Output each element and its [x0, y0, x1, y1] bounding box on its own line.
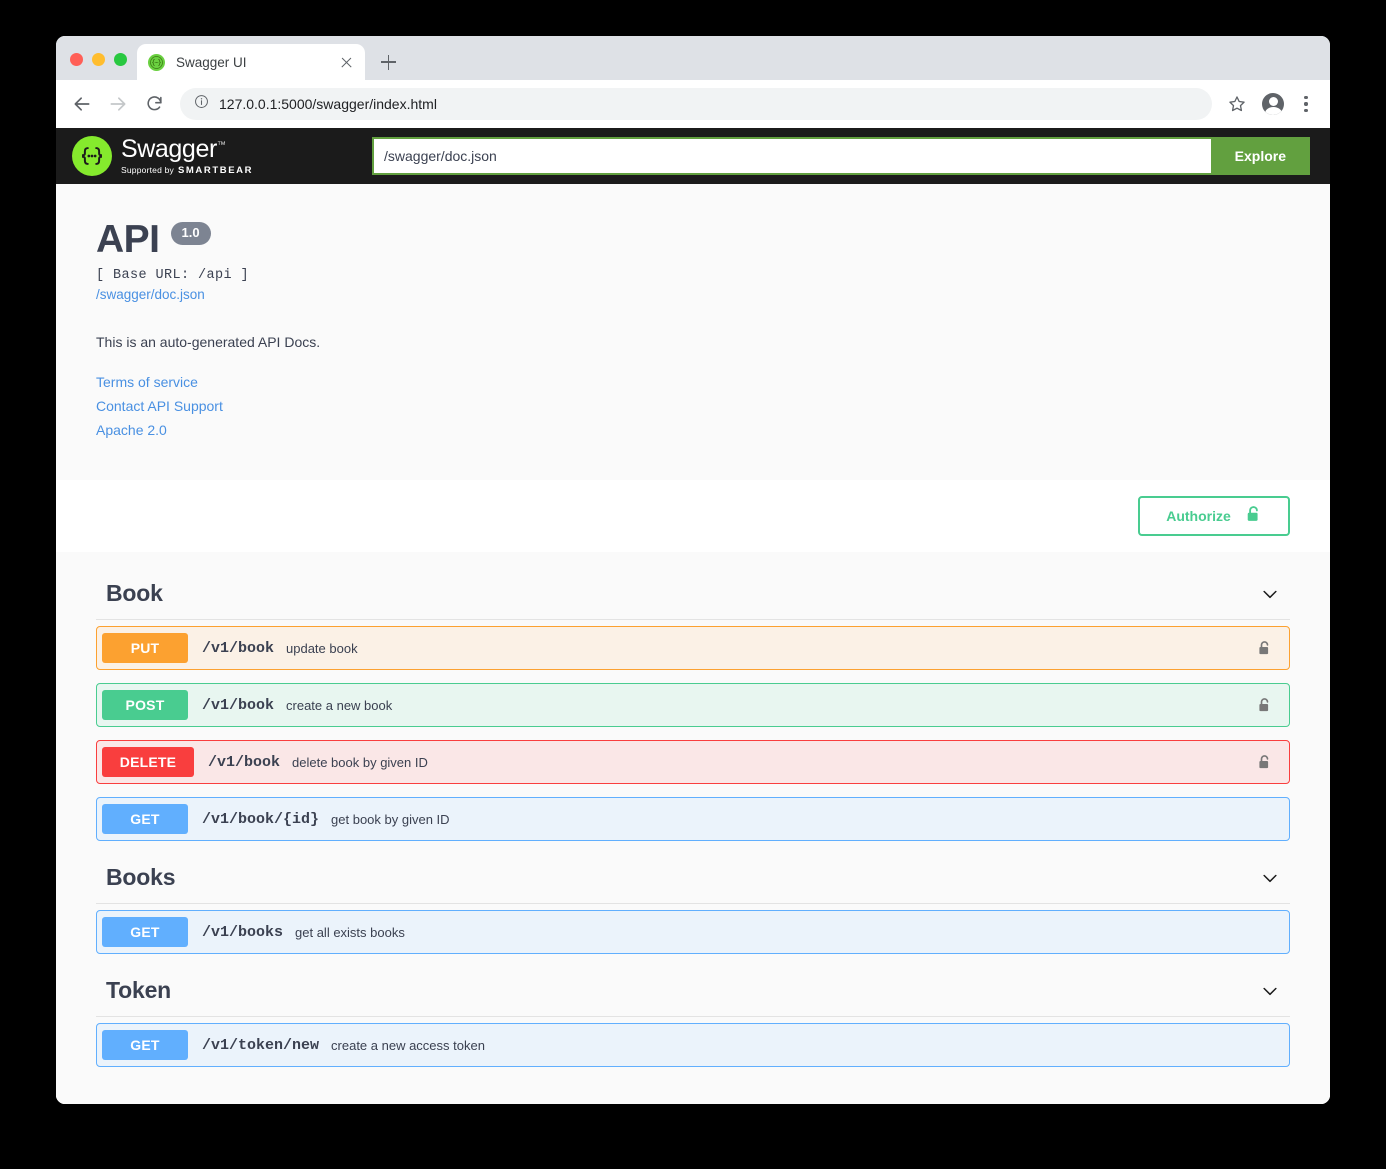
- info-circle-icon[interactable]: [194, 94, 209, 114]
- operation-row[interactable]: GET/v1/token/new create a new access toke…: [96, 1023, 1290, 1067]
- operation-row[interactable]: DELETE/v1/book delete book by given ID: [96, 740, 1290, 784]
- operation-method-badge: GET: [102, 804, 188, 834]
- operation-summary: get all exists books: [295, 925, 1255, 940]
- swagger-logo[interactable]: Swagger™ Supported by SMARTBEAR: [72, 136, 372, 176]
- unlock-icon[interactable]: [1255, 754, 1273, 771]
- contact-support-link[interactable]: Contact API Support: [96, 398, 1290, 414]
- operation-method-badge: DELETE: [102, 747, 194, 777]
- terms-of-service-link[interactable]: Terms of service: [96, 374, 1290, 390]
- chevron-down-icon[interactable]: [1260, 981, 1280, 1001]
- swagger-logo-text: Swagger™ Supported by SMARTBEAR: [121, 137, 253, 176]
- operation-method-badge: GET: [102, 917, 188, 947]
- unlock-icon: [1245, 505, 1262, 527]
- authorize-button[interactable]: Authorize: [1138, 496, 1290, 536]
- minimize-window-button[interactable]: [92, 53, 105, 66]
- operation-path: /v1/book: [208, 754, 280, 771]
- operations-list: Book PUT/v1/book update book POST/v1/book cr…: [56, 552, 1330, 1104]
- operation-summary: create a new access token: [331, 1038, 1255, 1053]
- tag-header-book[interactable]: Book: [96, 570, 1290, 619]
- operation-method-badge: PUT: [102, 633, 188, 663]
- tag-header-token[interactable]: Token: [96, 967, 1290, 1016]
- api-info-block: API 1.0 [ Base URL: /api ] /swagger/doc.…: [56, 184, 1330, 480]
- browser-window: Swagger UI: [56, 36, 1330, 1104]
- api-base-url: [ Base URL: /api ]: [96, 268, 1290, 283]
- unlock-icon[interactable]: [1255, 640, 1273, 657]
- operation-method-badge: GET: [102, 1030, 188, 1060]
- tab-strip: Swagger UI: [56, 36, 1330, 80]
- operation-summary: delete book by given ID: [292, 755, 1255, 770]
- tag-name: Token: [106, 977, 171, 1004]
- operation-row[interactable]: GET/v1/books get all exists books: [96, 910, 1290, 954]
- swagger-wordmark: Swagger: [121, 135, 217, 163]
- license-link[interactable]: Apache 2.0: [96, 422, 1290, 438]
- forward-arrow-icon: [102, 88, 134, 120]
- api-title-row: API 1.0: [96, 218, 1290, 262]
- swagger-logo-icon: [72, 136, 112, 176]
- api-meta-links: Terms of service Contact API Support Apa…: [96, 374, 1290, 438]
- authorize-label: Authorize: [1166, 508, 1231, 524]
- operation-path: /v1/book: [202, 697, 274, 714]
- operation-path: /v1/book/{id}: [202, 811, 319, 828]
- spec-url-form: Explore: [372, 137, 1310, 175]
- close-window-button[interactable]: [70, 53, 83, 66]
- tag-header-books[interactable]: Books: [96, 854, 1290, 903]
- operation-path: /v1/books: [202, 924, 283, 941]
- operation-path: /v1/book: [202, 640, 274, 657]
- address-bar[interactable]: 127.0.0.1:5000/swagger/index.html: [180, 88, 1212, 120]
- operation-row[interactable]: POST/v1/book create a new book: [96, 683, 1290, 727]
- tag-name: Book: [106, 580, 163, 607]
- bookmark-star-icon[interactable]: [1224, 91, 1250, 117]
- operation-summary: update book: [286, 641, 1255, 656]
- swagger-page: Swagger™ Supported by SMARTBEAR Explore …: [56, 128, 1330, 1104]
- tag-name: Books: [106, 864, 175, 891]
- swagger-favicon-icon: [148, 54, 165, 71]
- api-title: API: [96, 218, 160, 262]
- operation-row[interactable]: PUT/v1/book update book: [96, 626, 1290, 670]
- reload-icon[interactable]: [138, 88, 170, 120]
- operation-summary: create a new book: [286, 698, 1255, 713]
- chevron-down-icon[interactable]: [1260, 584, 1280, 604]
- profile-avatar-icon[interactable]: [1262, 93, 1284, 115]
- chevron-down-icon[interactable]: [1260, 868, 1280, 888]
- url-text: 127.0.0.1:5000/swagger/index.html: [219, 96, 437, 112]
- maximize-window-button[interactable]: [114, 53, 127, 66]
- smartbear-brand: SMARTBEAR: [178, 166, 253, 176]
- spec-doc-link[interactable]: /swagger/doc.json: [96, 287, 1290, 302]
- new-tab-button[interactable]: [374, 48, 402, 76]
- browser-tab[interactable]: Swagger UI: [137, 44, 365, 80]
- swagger-topbar: Swagger™ Supported by SMARTBEAR Explore: [56, 128, 1330, 184]
- trademark-symbol: ™: [217, 139, 226, 149]
- back-arrow-icon[interactable]: [66, 88, 98, 120]
- close-tab-icon[interactable]: [339, 55, 354, 70]
- authorize-band: Authorize: [56, 480, 1330, 552]
- spec-url-input[interactable]: [372, 137, 1211, 175]
- browser-toolbar: 127.0.0.1:5000/swagger/index.html: [56, 80, 1330, 128]
- window-controls: [64, 53, 137, 80]
- unlock-icon[interactable]: [1255, 697, 1273, 714]
- kebab-menu-icon[interactable]: [1296, 96, 1316, 112]
- api-description: This is an auto-generated API Docs.: [96, 334, 1290, 350]
- operation-summary: get book by given ID: [331, 812, 1255, 827]
- supported-by-label: Supported by: [121, 166, 174, 175]
- api-version-badge: 1.0: [171, 222, 211, 245]
- operation-path: /v1/token/new: [202, 1037, 319, 1054]
- explore-button[interactable]: Explore: [1211, 137, 1310, 175]
- operation-method-badge: POST: [102, 690, 188, 720]
- tab-title: Swagger UI: [176, 55, 328, 70]
- operation-row[interactable]: GET/v1/book/{id} get book by given ID: [96, 797, 1290, 841]
